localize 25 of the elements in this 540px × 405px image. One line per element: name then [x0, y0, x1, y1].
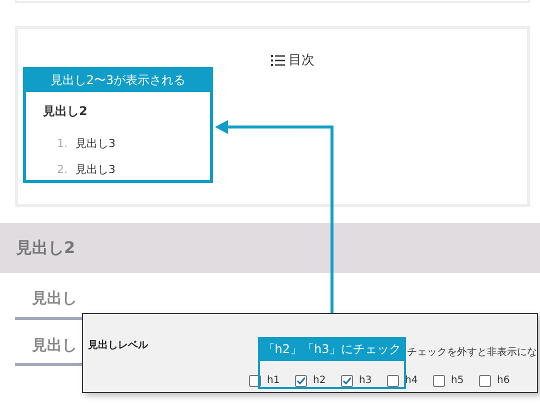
checkbox-label: h5 [451, 374, 464, 388]
subheading: 見出し [32, 289, 77, 307]
checkbox-label: h3 [359, 374, 372, 388]
checkbox-label: h2 [313, 374, 326, 388]
toc-link[interactable]: 見出し3 [76, 136, 116, 152]
item-number: 1. [57, 136, 68, 152]
checkbox[interactable] [433, 374, 445, 386]
subheading: 見出し [32, 336, 77, 354]
item-number: 2. [57, 162, 68, 178]
toc-link[interactable]: 見出し3 [76, 162, 116, 178]
setting-label: 見出しレベル [88, 338, 150, 353]
callout-caption: 見出し2〜3が表示される [26, 70, 210, 92]
checkbox-label: h1 [267, 374, 280, 388]
checkbox[interactable] [295, 374, 307, 386]
toc-title: 目次 [288, 52, 314, 70]
checkbox[interactable] [341, 374, 353, 386]
checkbox[interactable] [479, 374, 491, 386]
checkbox-label: h6 [497, 374, 510, 388]
callout-caption: 「h2」「h3」にチェック [260, 339, 404, 361]
checkbox[interactable] [387, 374, 399, 386]
list-icon [270, 55, 284, 66]
section-heading: 見出し2 [16, 238, 76, 257]
setting-description: チェックを外すと非表示にな [407, 347, 537, 358]
toc-heading: 見出し2 [43, 103, 88, 120]
checkbox-label: h4 [405, 374, 418, 388]
